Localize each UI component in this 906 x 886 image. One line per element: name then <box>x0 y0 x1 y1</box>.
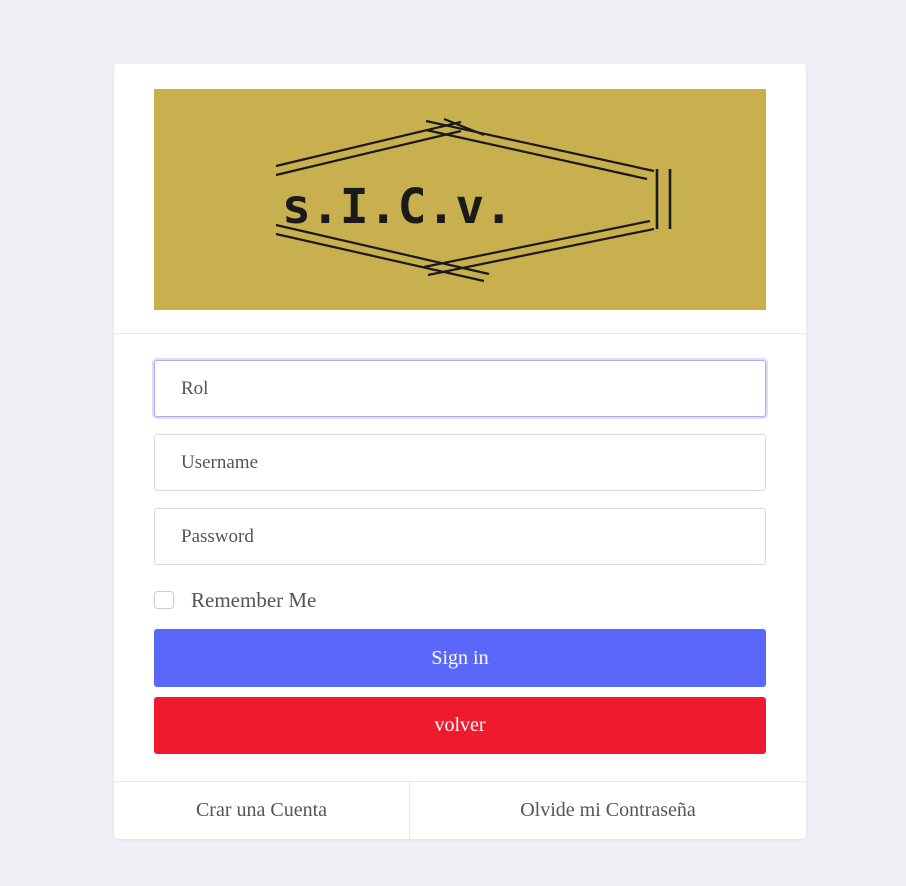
create-account-link[interactable]: Crar una Cuenta <box>114 782 410 839</box>
username-input[interactable] <box>154 434 766 491</box>
logo-text: s.I.C.v. <box>282 179 513 235</box>
back-button[interactable]: volver <box>154 697 766 754</box>
logo-header: s.I.C.v. <box>114 64 806 334</box>
password-input[interactable] <box>154 508 766 565</box>
rol-input[interactable] <box>154 360 766 417</box>
remember-me-label[interactable]: Remember Me <box>191 588 316 613</box>
forgot-password-link[interactable]: Olvide mi Contraseña <box>410 782 806 839</box>
sign-in-button[interactable]: Sign in <box>154 629 766 687</box>
brand-logo: s.I.C.v. <box>154 89 766 310</box>
login-card: s.I.C.v. Remember Me Sign in volver Crar… <box>114 64 806 839</box>
login-form: Remember Me Sign in volver <box>154 360 766 754</box>
hexagon-logo-graphic: s.I.C.v. <box>275 117 672 283</box>
remember-me-row[interactable]: Remember Me <box>154 588 766 612</box>
card-footer: Crar una Cuenta Olvide mi Contraseña <box>114 781 806 839</box>
remember-me-checkbox[interactable] <box>154 591 174 609</box>
